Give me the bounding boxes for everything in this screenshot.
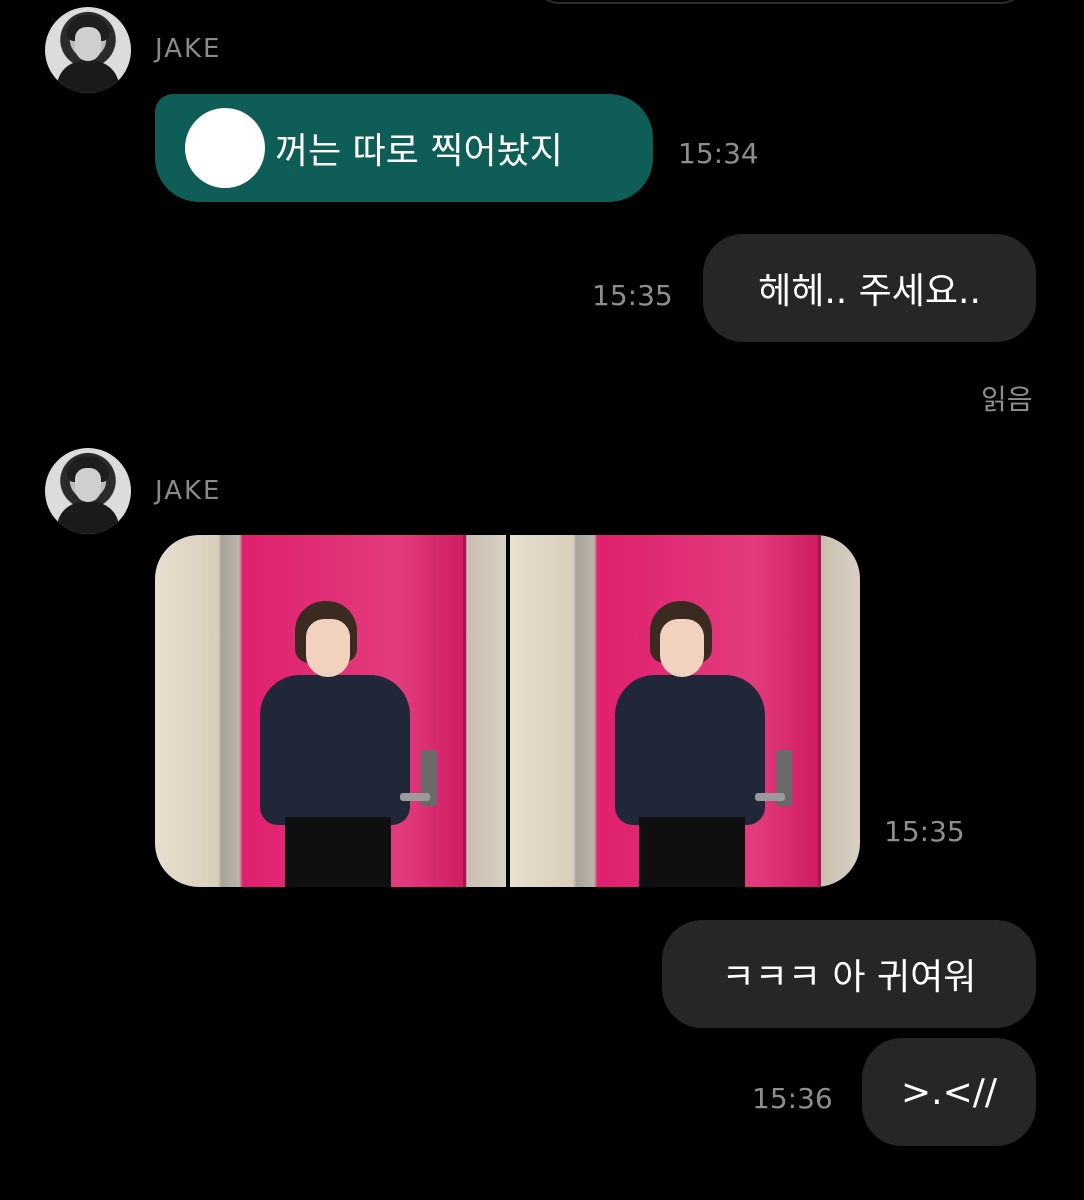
message-time: 15:35 xyxy=(592,279,673,312)
redaction-mark xyxy=(185,108,265,188)
sender-name: JAKE xyxy=(155,34,222,64)
incoming-message-bubble[interactable]: 꺼는 따로 찍어놨지 xyxy=(155,94,653,202)
sender-avatar[interactable] xyxy=(45,7,131,93)
photo-attachment-group[interactable] xyxy=(155,535,860,887)
message-text: >.<// xyxy=(900,1071,998,1113)
read-receipt: 읽음 xyxy=(981,383,1033,416)
outgoing-message-bubble[interactable]: ㅋㅋㅋ 아 귀여워 xyxy=(662,920,1036,1028)
sender-name: JAKE xyxy=(155,476,222,506)
message-text: ㅋㅋㅋ 아 귀여워 xyxy=(721,957,977,998)
photo-thumbnail[interactable] xyxy=(155,535,506,887)
message-time: 15:36 xyxy=(752,1082,833,1115)
sender-avatar[interactable] xyxy=(45,448,131,534)
message-text: 헤헤.. 주세요.. xyxy=(758,271,981,312)
message-time: 15:34 xyxy=(678,137,759,170)
outgoing-message-bubble[interactable]: >.<// xyxy=(862,1038,1036,1146)
outgoing-message-bubble[interactable]: 헤헤.. 주세요.. xyxy=(703,234,1036,342)
previous-message-edge xyxy=(535,0,1025,4)
photo-thumbnail[interactable] xyxy=(509,535,860,887)
message-time: 15:35 xyxy=(884,815,965,848)
message-text: 꺼는 따로 찍어놨지 xyxy=(275,131,563,172)
